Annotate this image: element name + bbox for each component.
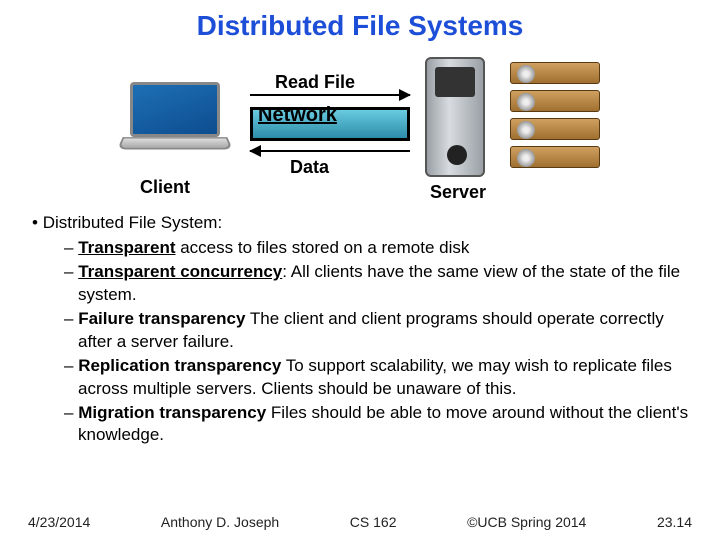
list-item: – Migration transparency Files should be… (64, 402, 692, 448)
main-bullet: • Distributed File System: (32, 212, 692, 235)
arrow-left-icon (250, 150, 410, 152)
footer: 4/23/2014 Anthony D. Joseph CS 162 ©UCB … (0, 514, 720, 530)
bullet-dot: • (32, 213, 43, 232)
arrow-right-icon (250, 94, 410, 96)
footer-slide-number: 23.14 (657, 514, 692, 530)
list-item: – Failure transparency The client and cl… (64, 308, 692, 354)
disk-stack-icon (510, 62, 600, 174)
sub-list: – Transparent access to files stored on … (64, 237, 692, 447)
read-file-label: Read File (275, 72, 355, 93)
server-label: Server (430, 182, 486, 203)
list-item: – Transparent concurrency: All clients h… (64, 261, 692, 307)
list-item: – Replication transparency To support sc… (64, 355, 692, 401)
client-label: Client (140, 177, 190, 198)
list-item: – Transparent access to files stored on … (64, 237, 692, 260)
main-bullet-text: Distributed File System: (43, 213, 223, 232)
slide-title: Distributed File Systems (0, 0, 720, 42)
data-label: Data (290, 157, 329, 178)
body-text: • Distributed File System: – Transparent… (0, 212, 720, 447)
network-label: Network (258, 104, 337, 127)
server-tower-icon (425, 57, 485, 177)
footer-date: 4/23/2014 (28, 514, 90, 530)
footer-author: Anthony D. Joseph (161, 514, 279, 530)
footer-course: CS 162 (350, 514, 397, 530)
laptop-icon (120, 82, 240, 162)
diagram-area: Read File Network Data Client Server (0, 42, 720, 212)
footer-copyright: ©UCB Spring 2014 (467, 514, 586, 530)
